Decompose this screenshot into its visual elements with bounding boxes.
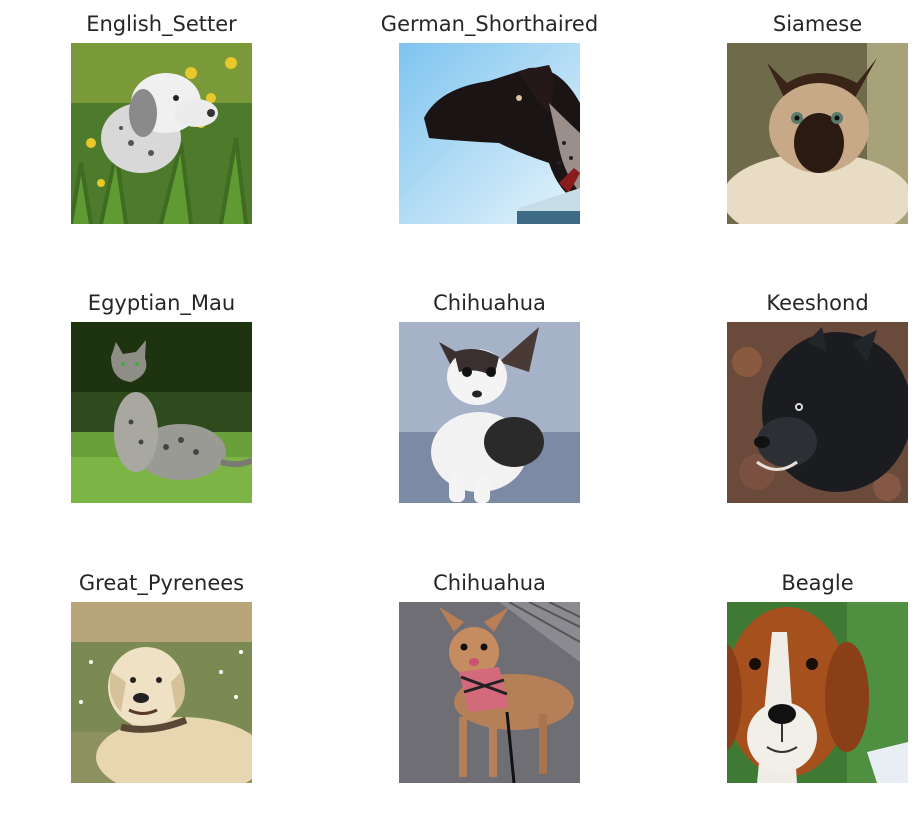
cell-label: Beagle <box>781 571 854 595</box>
english-setter-photo <box>71 43 252 224</box>
cell-label: Egyptian_Mau <box>87 291 236 315</box>
cell-label: German_Shorthaired <box>380 12 599 36</box>
beagle-photo <box>727 602 908 783</box>
keeshond-photo <box>727 322 908 503</box>
egyptian-mau-photo <box>71 322 252 503</box>
cell-label: Chihuahua <box>433 571 546 595</box>
chihuahua-photo-1 <box>399 322 580 503</box>
cell-label: Great_Pyrenees <box>78 571 245 595</box>
cell-label: Keeshond <box>766 291 869 315</box>
chihuahua-photo-2 <box>399 602 580 783</box>
cell-label: English_Setter <box>86 12 237 36</box>
german-shorthaired-photo <box>399 43 580 224</box>
cell-label: Chihuahua <box>433 291 546 315</box>
cell-label: Siamese <box>772 12 863 36</box>
great-pyrenees-photo <box>71 602 252 783</box>
siamese-photo <box>727 43 908 224</box>
